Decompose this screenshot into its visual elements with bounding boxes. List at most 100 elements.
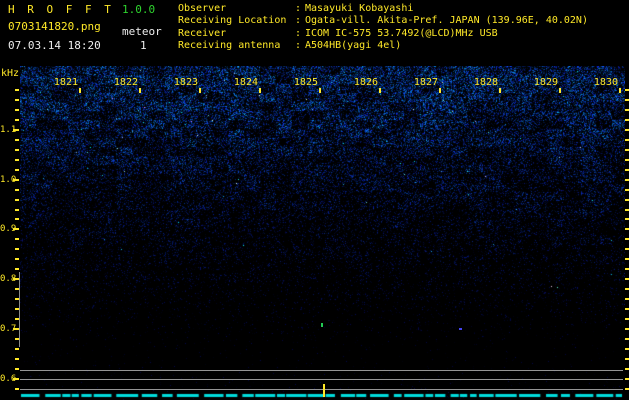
time-label: 1828 <box>473 77 498 88</box>
freq-tick-right <box>625 129 629 131</box>
freq-tick-right <box>625 388 629 390</box>
station-label: Receiver <box>178 27 227 39</box>
freq-tick <box>15 169 19 171</box>
observation-datetime: 07.03.14 18:20 <box>8 39 101 52</box>
freq-tick-right <box>625 89 629 91</box>
meteor-counter-value: 1 <box>140 39 147 52</box>
freq-tick-right <box>625 169 629 171</box>
meteor-counter-label: meteor <box>122 25 162 38</box>
time-label: 1823 <box>173 77 198 88</box>
app-version: 1.0.0 <box>122 3 156 16</box>
freq-axis-unit-label: kHz <box>1 68 20 79</box>
freq-tick <box>15 199 19 201</box>
freq-tick <box>15 139 19 141</box>
freq-tick-right <box>625 258 629 260</box>
freq-tick-right <box>625 159 629 161</box>
station-label: Receiving antenna <box>178 40 281 52</box>
level-gridline <box>20 369 623 371</box>
freq-tick-right <box>625 218 629 220</box>
time-tick <box>139 88 141 93</box>
freq-tick-right <box>625 368 629 370</box>
freq-label: 0.9 <box>0 224 17 234</box>
time-label: 1829 <box>533 77 558 88</box>
freq-tick <box>15 109 19 111</box>
time-label: 1825 <box>293 77 318 88</box>
freq-tick-right <box>625 199 629 201</box>
time-tick <box>619 88 621 93</box>
freq-label: 0.7 <box>0 324 17 334</box>
freq-tick-right <box>625 119 629 121</box>
station-separator: : <box>295 15 302 27</box>
freq-tick <box>15 388 19 390</box>
time-tick <box>439 88 441 93</box>
time-tick <box>259 88 261 93</box>
station-row: Receiving Location: Ogata-vill. Akita-Pre… <box>178 15 588 27</box>
time-label: 1826 <box>353 77 378 88</box>
time-label: 1830 <box>593 77 618 88</box>
freq-tick <box>15 89 19 91</box>
freq-label: 1.0 <box>0 175 17 185</box>
freq-tick-right <box>625 308 629 310</box>
station-label: Receiving Location <box>178 15 287 27</box>
freq-tick-right <box>625 139 629 141</box>
freq-tick-right <box>625 238 629 240</box>
freq-label: 1.1 <box>0 125 17 135</box>
freq-tick <box>15 99 19 101</box>
time-tick <box>199 88 201 93</box>
freq-tick-right <box>625 378 629 380</box>
station-row: Receiver: ICOM IC-575 53.7492(@LCD)MHz US… <box>178 28 588 40</box>
spectrogram-noise-canvas <box>20 66 625 400</box>
station-row: Observer: Masayuki Kobayashi <box>178 3 588 15</box>
meteor-echo-dot <box>321 323 323 327</box>
time-tick <box>319 88 321 93</box>
freq-tick-right <box>625 318 629 320</box>
time-label: 1821 <box>53 77 78 88</box>
freq-tick <box>15 248 19 250</box>
time-label: 1822 <box>113 77 138 88</box>
station-separator: : <box>295 27 302 39</box>
freq-tick-right <box>625 179 629 181</box>
station-info: Observer: Masayuki Kobayashi Receiving Loc… <box>178 3 588 53</box>
freq-tick-right <box>625 209 629 211</box>
freq-tick-right <box>625 109 629 111</box>
freq-tick <box>15 149 19 151</box>
freq-tick-right <box>625 328 629 330</box>
station-row: Receiving antenna: A504HB(yagi 4el) <box>178 40 588 52</box>
freq-tick <box>15 368 19 370</box>
freq-tick <box>15 218 19 220</box>
time-label: 1824 <box>233 77 258 88</box>
time-tick <box>79 88 81 93</box>
time-label: 1827 <box>413 77 438 88</box>
station-value: Ogata-vill. Akita-Pref. JAPAN (139.96E, … <box>305 15 588 27</box>
freq-tick <box>15 238 19 240</box>
freq-tick-right <box>625 99 629 101</box>
app-title: H R O F F T <box>8 3 114 16</box>
freq-tick <box>15 348 19 350</box>
freq-tick-right <box>625 228 629 230</box>
freq-tick-right <box>625 278 629 280</box>
station-value: Masayuki Kobayashi <box>305 3 414 14</box>
level-minute-marker <box>323 384 325 397</box>
freq-tick <box>15 159 19 161</box>
freq-label: 0.6 <box>0 374 17 384</box>
freq-tick <box>15 189 19 191</box>
meteor-echo-dot <box>459 328 462 330</box>
station-separator: : <box>295 40 302 52</box>
station-separator: : <box>295 3 302 14</box>
freq-tick-right <box>625 248 629 250</box>
hrofft-screen: H R O F F T 1.0.0 0703141820.png meteor … <box>0 0 629 400</box>
freq-tick <box>15 209 19 211</box>
output-filename: 0703141820.png <box>8 20 101 33</box>
left-scale-rule <box>19 272 20 347</box>
level-gridline <box>20 379 623 380</box>
freq-tick <box>15 268 19 270</box>
freq-label: 0.8 <box>0 274 17 284</box>
station-value: ICOM IC-575 53.7492(@LCD)MHz USB <box>305 27 498 39</box>
time-tick <box>499 88 501 93</box>
freq-tick <box>15 258 19 260</box>
freq-tick-right <box>625 348 629 350</box>
station-label: Observer <box>178 3 227 14</box>
freq-tick-right <box>625 338 629 340</box>
time-tick <box>559 88 561 93</box>
freq-tick <box>15 358 19 360</box>
